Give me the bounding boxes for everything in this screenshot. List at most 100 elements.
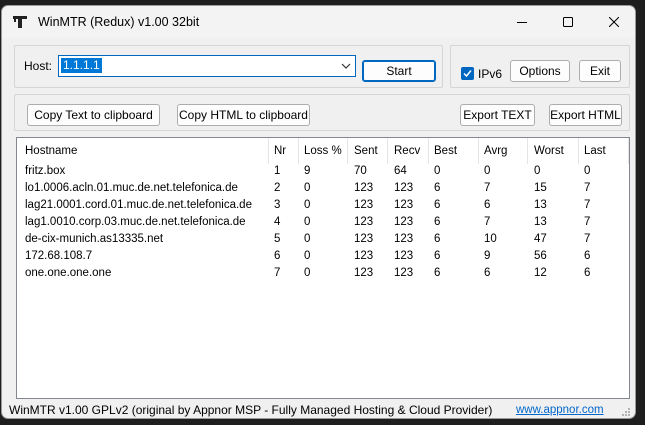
status-bar: WinMTR v1.00 GPLv2 (original by Appnor M…: [2, 402, 635, 418]
status-text: WinMTR v1.00 GPLv2 (original by Appnor M…: [9, 403, 493, 417]
cell-nr: 1: [274, 165, 281, 177]
copy-html-button[interactable]: Copy HTML to clipboard: [177, 104, 310, 126]
host-combobox[interactable]: 1.1.1.1: [58, 55, 356, 77]
cell-hostname: lag21.0001.cord.01.muc.de.net.telefonica…: [25, 199, 252, 211]
cell-hostname: one.one.one.one: [25, 267, 112, 279]
cell-best: 6: [434, 233, 441, 245]
resize-grip-icon[interactable]: [621, 407, 631, 417]
column-header-nr[interactable]: Nr: [274, 145, 286, 157]
ipv6-label: IPv6: [478, 67, 503, 81]
cell-sent: 70: [354, 165, 367, 177]
host-input[interactable]: 1.1.1.1: [61, 58, 102, 73]
cell-nr: 5: [274, 233, 281, 245]
window-title: WinMTR (Redux) v1.00 32bit: [38, 15, 200, 29]
cell-loss: 9: [304, 165, 311, 177]
cell-loss: 0: [304, 182, 311, 194]
table-row[interactable]: lo1.0006.acln.01.muc.de.net.telefonica.d…: [17, 181, 629, 198]
cell-best: 6: [434, 216, 441, 228]
options-button[interactable]: Options: [510, 60, 570, 82]
cell-avrg: 6: [484, 199, 491, 211]
table-row[interactable]: fritz.box 1 9 70 64 0 0 0 0: [17, 164, 629, 181]
cell-recv: 64: [394, 165, 407, 177]
cell-nr: 4: [274, 216, 281, 228]
cell-sent: 123: [354, 182, 374, 194]
cell-last: 0: [584, 165, 591, 177]
cell-avrg: 7: [484, 216, 491, 228]
cell-nr: 7: [274, 267, 281, 279]
cell-sent: 123: [354, 250, 374, 262]
copy-text-button[interactable]: Copy Text to clipboard: [27, 104, 160, 126]
cell-recv: 123: [394, 182, 414, 194]
column-header-last[interactable]: Last: [584, 145, 606, 157]
app-icon: [13, 16, 27, 28]
cell-hostname: 172.68.108.7: [25, 250, 93, 262]
column-header-best[interactable]: Best: [434, 145, 457, 157]
cell-loss: 0: [304, 233, 311, 245]
cell-recv: 123: [394, 216, 414, 228]
cell-best: 6: [434, 199, 441, 211]
cell-loss: 0: [304, 267, 311, 279]
column-header-loss[interactable]: Loss %: [304, 145, 342, 157]
export-html-button[interactable]: Export HTML: [549, 104, 622, 126]
minimize-button[interactable]: [499, 6, 545, 38]
close-icon: [609, 17, 619, 27]
cell-avrg: 6: [484, 267, 491, 279]
cell-hostname: lo1.0006.acln.01.muc.de.net.telefonica.d…: [25, 182, 238, 194]
cell-avrg: 10: [484, 233, 497, 245]
cell-best: 6: [434, 267, 441, 279]
cell-avrg: 7: [484, 182, 491, 194]
cell-last: 7: [584, 199, 591, 211]
cell-sent: 123: [354, 216, 374, 228]
column-header-avrg[interactable]: Avrg: [484, 145, 507, 157]
cell-worst: 47: [534, 233, 547, 245]
cell-sent: 123: [354, 267, 374, 279]
table-row[interactable]: one.one.one.one 7 0 123 123 6 6 12 6: [17, 266, 629, 283]
cell-recv: 123: [394, 250, 414, 262]
maximize-button[interactable]: [545, 6, 591, 38]
table-row[interactable]: 172.68.108.7 6 0 123 123 6 9 56 6: [17, 249, 629, 266]
cell-recv: 123: [394, 199, 414, 211]
cell-worst: 56: [534, 250, 547, 262]
start-button[interactable]: Start: [362, 60, 436, 82]
cell-hostname: de-cix-munich.as13335.net: [25, 233, 164, 245]
cell-best: 0: [434, 165, 441, 177]
table-row[interactable]: de-cix-munich.as13335.net 5 0 123 123 6 …: [17, 232, 629, 249]
cell-last: 6: [584, 250, 591, 262]
minimize-icon: [517, 22, 527, 23]
cell-hostname: lag1.0010.corp.03.muc.de.net.telefonica.…: [25, 216, 246, 228]
cell-loss: 0: [304, 250, 311, 262]
cell-recv: 123: [394, 267, 414, 279]
cell-last: 7: [584, 182, 591, 194]
cell-loss: 0: [304, 199, 311, 211]
chevron-down-icon[interactable]: [341, 61, 351, 71]
column-header-sent[interactable]: Sent: [354, 145, 378, 157]
cell-nr: 3: [274, 199, 281, 211]
maximize-icon: [563, 17, 573, 27]
cell-last: 7: [584, 216, 591, 228]
table-row[interactable]: lag21.0001.cord.01.muc.de.net.telefonica…: [17, 198, 629, 215]
column-header-worst[interactable]: Worst: [534, 145, 564, 157]
appnor-link[interactable]: www.appnor.com: [516, 404, 604, 416]
table-row[interactable]: lag1.0010.corp.03.muc.de.net.telefonica.…: [17, 215, 629, 232]
cell-recv: 123: [394, 233, 414, 245]
cell-last: 6: [584, 267, 591, 279]
cell-best: 6: [434, 250, 441, 262]
column-header-recv[interactable]: Recv: [394, 145, 420, 157]
cell-worst: 13: [534, 216, 547, 228]
title-bar[interactable]: WinMTR (Redux) v1.00 32bit: [2, 6, 635, 38]
cell-best: 6: [434, 182, 441, 194]
close-button[interactable]: [591, 6, 635, 38]
checkmark-icon: [463, 70, 472, 78]
column-header-hostname[interactable]: Hostname: [25, 145, 77, 157]
results-table[interactable]: Hostname Nr Loss % Sent Recv Best Avrg W…: [16, 137, 630, 399]
cell-loss: 0: [304, 216, 311, 228]
exit-button[interactable]: Exit: [579, 60, 621, 82]
cell-nr: 2: [274, 182, 281, 194]
cell-worst: 15: [534, 182, 547, 194]
table-header: Hostname Nr Loss % Sent Recv Best Avrg W…: [17, 138, 629, 164]
winmtr-window: WinMTR (Redux) v1.00 32bit Host: 1.1.1.1…: [1, 5, 636, 419]
export-text-button[interactable]: Export TEXT: [460, 104, 535, 126]
cell-avrg: 0: [484, 165, 491, 177]
ipv6-checkbox[interactable]: [461, 67, 474, 80]
cell-hostname: fritz.box: [25, 165, 66, 177]
